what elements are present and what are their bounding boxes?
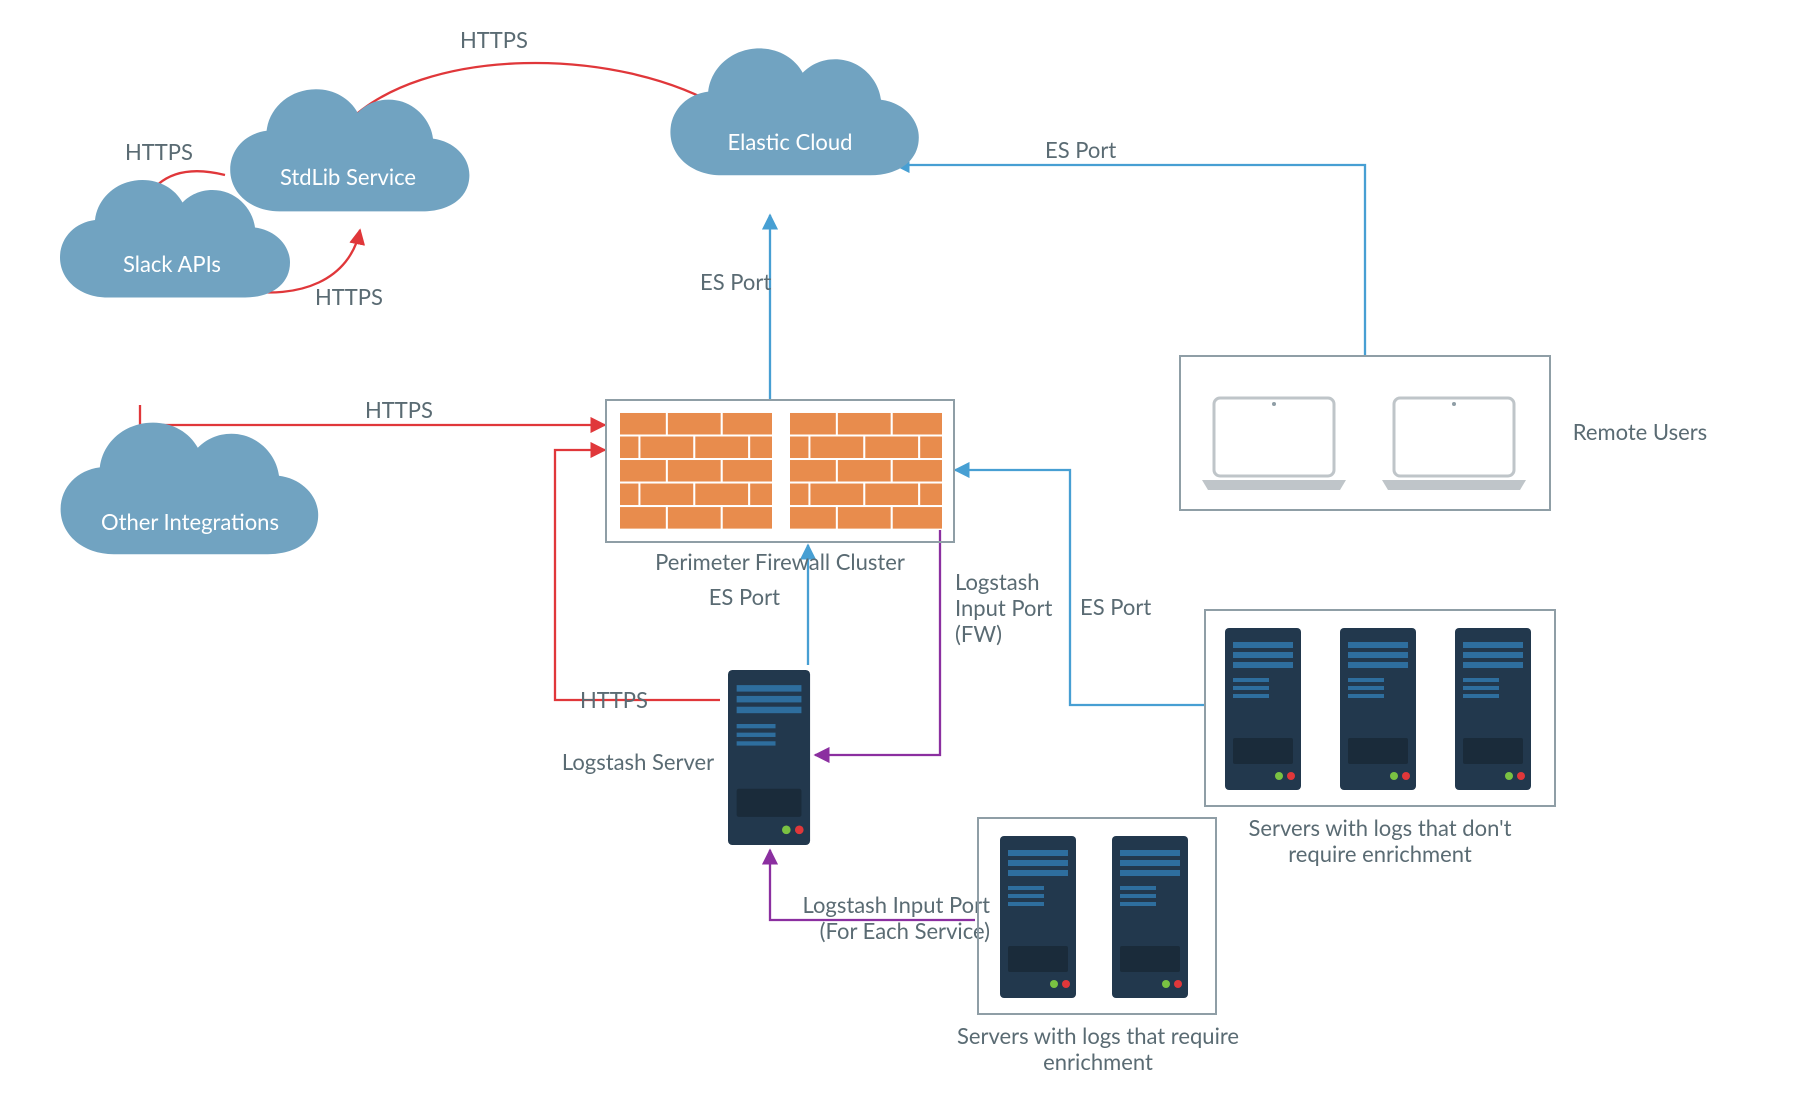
cloud-slack-label: Slack APIs bbox=[123, 250, 221, 277]
edge-label-fw-logstash-line1: LogstashInput Port(FW) bbox=[955, 568, 1052, 647]
cloud-stdlib-label: StdLib Service bbox=[280, 163, 416, 190]
architecture-diagram: HTTPS HTTPS HTTPS HTTPS HTTPS ES Port ES… bbox=[0, 0, 1816, 1116]
node-remote-users bbox=[1180, 356, 1550, 510]
edge-remote-to-elastic bbox=[895, 165, 1365, 355]
cloud-other-label: Other Integrations bbox=[101, 508, 279, 535]
node-remote-users-label: Remote Users bbox=[1573, 418, 1707, 445]
edge-label-noenrich-fw: ES Port bbox=[1080, 593, 1151, 620]
node-logstash-label: Logstash Server bbox=[562, 748, 714, 775]
edge-label-slack-stdlib: HTTPS bbox=[315, 283, 383, 310]
node-firewall-label: Perimeter Firewall Cluster bbox=[655, 548, 905, 575]
node-enrich-label: Servers with logs that requireenrichment bbox=[957, 1022, 1239, 1075]
node-noenrich-label: Servers with logs that don'trequire enri… bbox=[1248, 814, 1511, 867]
cloud-elastic bbox=[670, 48, 918, 175]
edge-label-other-firewall: HTTPS bbox=[365, 396, 433, 423]
node-firewall bbox=[585, 400, 975, 542]
cloud-elastic-label: Elastic Cloud bbox=[728, 128, 853, 155]
edge-label-logstash-firewall: HTTPS bbox=[580, 686, 648, 713]
node-logstash bbox=[728, 670, 810, 845]
node-enrich-servers bbox=[978, 818, 1216, 1014]
edge-fw-to-logstash-input bbox=[815, 510, 940, 755]
edge-label-firewall-elastic: ES Port bbox=[700, 268, 771, 295]
edge-label-remote-elastic: ES Port bbox=[1045, 136, 1116, 163]
edge-label-stdlib-slack: HTTPS bbox=[125, 138, 193, 165]
edge-label-logstash-fw-es: ES Port bbox=[709, 583, 780, 610]
node-noenrich-servers bbox=[1205, 610, 1555, 806]
edge-label-enrich-logstash: Logstash Input Port(For Each Service) bbox=[802, 891, 990, 944]
cloud-stdlib bbox=[230, 89, 469, 211]
edge-label-stdlib-elastic: HTTPS bbox=[460, 26, 528, 53]
